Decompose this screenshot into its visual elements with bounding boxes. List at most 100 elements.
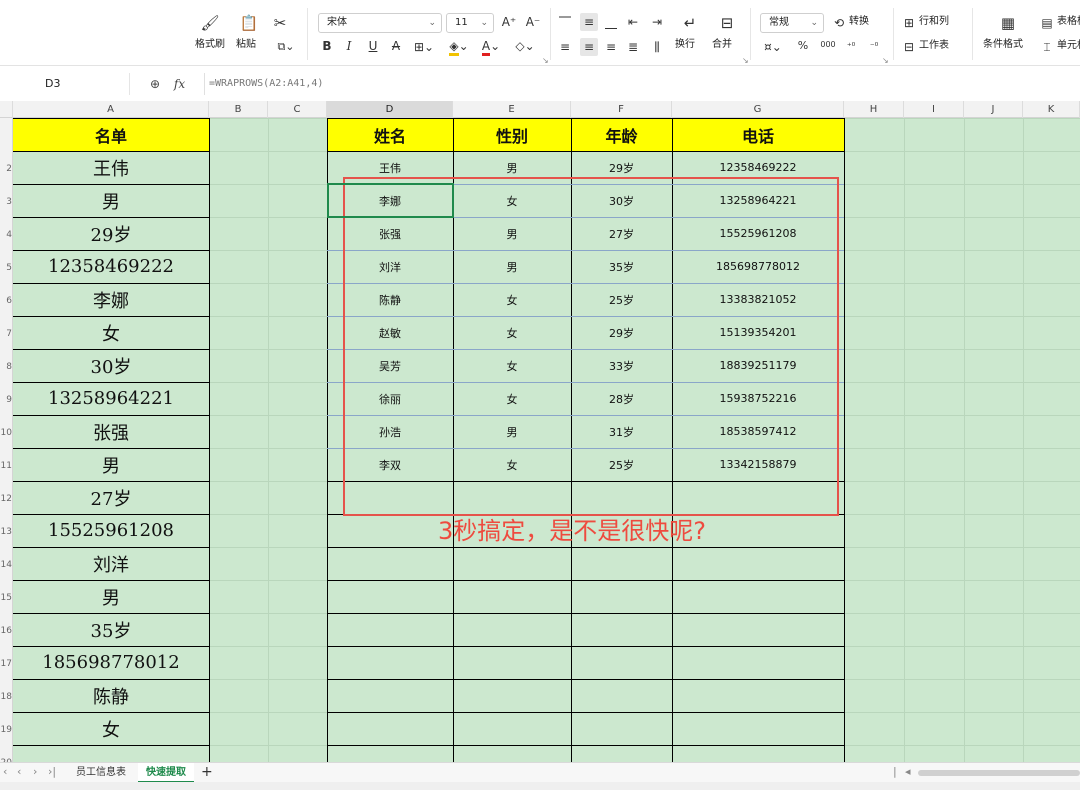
row-header[interactable]: 18	[0, 690, 13, 704]
table-header-cell[interactable]: 电话	[672, 118, 844, 151]
decrease-decimal-icon[interactable]: ⁻⁰	[866, 38, 882, 56]
format-painter-button[interactable]: 格式刷	[195, 38, 225, 52]
underline-button[interactable]: U	[366, 38, 380, 54]
select-all-corner[interactable]	[0, 101, 13, 118]
row-header[interactable]: 16	[0, 624, 13, 638]
percent-button[interactable]: %	[796, 38, 810, 54]
list-cell[interactable]: 男	[13, 448, 209, 481]
list-cell[interactable]: 27岁	[13, 481, 209, 514]
list-cell[interactable]: 李娜	[13, 283, 209, 316]
table-header-cell[interactable]: 年龄	[571, 118, 672, 151]
row-header[interactable]: 3	[0, 195, 13, 209]
column-header-g[interactable]: G	[672, 101, 844, 118]
list-cell[interactable]: 35岁	[13, 613, 209, 646]
row-header[interactable]: 6	[0, 294, 13, 308]
list-cell[interactable]: 29岁	[13, 217, 209, 250]
align-top-icon[interactable]: ⎺	[558, 13, 572, 31]
first-sheet-icon[interactable]: ‹	[3, 765, 7, 778]
list-cell[interactable]: 刘洋	[13, 547, 209, 580]
list-cell[interactable]: 张强	[13, 415, 209, 448]
align-middle-icon[interactable]: ≡	[580, 13, 598, 31]
list-cell[interactable]: 男	[13, 184, 209, 217]
row-header[interactable]: 7	[0, 327, 13, 341]
merge-icon[interactable]: ⊟	[717, 14, 737, 32]
list-cell[interactable]: 陈静	[13, 679, 209, 712]
list-cell[interactable]: 王伟	[13, 151, 209, 184]
convert-icon[interactable]: ⟲	[832, 14, 846, 32]
distributed-icon[interactable]: ⫼	[650, 38, 664, 56]
name-box[interactable]: D3	[0, 73, 130, 95]
row-header[interactable]: 17	[0, 657, 13, 671]
convert-button[interactable]: 转换	[849, 15, 869, 29]
row-header[interactable]: 10	[0, 426, 13, 440]
column-header-b[interactable]: B	[209, 101, 268, 118]
format-painter-icon[interactable]: 🖌	[200, 14, 220, 32]
merge-button[interactable]: 合并	[712, 38, 732, 52]
worksheet-button[interactable]: 工作表	[919, 39, 949, 53]
launcher-icon[interactable]: ↘	[882, 56, 889, 65]
font-color-icon[interactable]: A⌄	[478, 37, 504, 56]
list-cell[interactable]: 185698778012	[13, 646, 209, 679]
row-header[interactable]: 19	[0, 723, 13, 737]
column-header-h[interactable]: H	[844, 101, 904, 118]
row-header[interactable]: 13	[0, 525, 13, 539]
sheet-tab-quick-extract[interactable]: 快速提取	[138, 763, 194, 783]
column-header-c[interactable]: C	[268, 101, 327, 118]
list-cell[interactable]: 女	[13, 712, 209, 745]
clear-format-icon[interactable]: ◇⌄	[512, 37, 538, 55]
sheet-tab-employee-info[interactable]: 员工信息表	[68, 763, 134, 783]
cell-style-button[interactable]: 单元格	[1057, 39, 1080, 53]
column-header-k[interactable]: K	[1023, 101, 1080, 118]
column-header-j[interactable]: J	[964, 101, 1023, 118]
row-header[interactable]: 5	[0, 261, 13, 275]
indent-decrease-icon[interactable]: ⇤	[626, 13, 640, 31]
row-header[interactable]: 4	[0, 228, 13, 242]
selected-cell[interactable]	[327, 183, 454, 218]
list-cell[interactable]: 30岁	[13, 349, 209, 382]
currency-icon[interactable]: ¤⌄	[762, 38, 784, 56]
align-left-icon[interactable]: ≡	[558, 38, 572, 56]
paste-button[interactable]: 粘贴	[236, 38, 256, 52]
horizontal-scrollbar[interactable]	[918, 770, 1080, 776]
paste-icon[interactable]: 📋	[239, 14, 259, 32]
conditional-format-icon[interactable]: ▦	[998, 14, 1018, 32]
table-style-button[interactable]: 表格样式	[1057, 15, 1080, 29]
next-sheet-icon[interactable]: ›	[33, 765, 37, 778]
table-style-icon[interactable]: ▤	[1040, 14, 1054, 32]
italic-button[interactable]: I	[342, 38, 356, 54]
worksheet-icon[interactable]: ⊟	[902, 38, 916, 56]
add-sheet-button[interactable]: +	[201, 764, 213, 780]
formula-input[interactable]: =WRAPROWS(A2:A41,4)	[204, 73, 323, 95]
column-header-f[interactable]: F	[571, 101, 672, 118]
list-cell[interactable]: 15525961208	[13, 514, 209, 547]
fill-color-icon[interactable]: ◈⌄	[446, 37, 472, 56]
wrap-text-icon[interactable]: ↵	[680, 14, 700, 32]
shrink-font-button[interactable]: A⁻	[524, 14, 542, 30]
indent-increase-icon[interactable]: ⇥	[650, 13, 664, 31]
list-cell[interactable]: 12358469222	[13, 250, 209, 283]
row-header[interactable]: 2	[0, 162, 13, 176]
grow-font-button[interactable]: A⁺	[500, 14, 518, 30]
list-cell[interactable]: 13258964221	[13, 382, 209, 415]
align-right-icon[interactable]: ≡	[604, 38, 618, 56]
border-icon[interactable]: ⊞⌄	[412, 38, 436, 56]
row-header[interactable]: 12	[0, 492, 13, 506]
launcher-icon[interactable]: ↘	[542, 56, 549, 65]
row-header[interactable]: 14	[0, 558, 13, 572]
conditional-format-button[interactable]: 条件格式	[983, 38, 1023, 52]
bold-button[interactable]: B	[320, 38, 334, 54]
fx-icon[interactable]: fx	[174, 77, 185, 91]
spreadsheet-grid[interactable]: ABCDEFGHIJK 2 3 4 5 6 7 8 9 10 11 12 13 14 15 16 17 18 19…	[0, 101, 1080, 762]
launcher-icon[interactable]: ↘	[742, 56, 749, 65]
wrap-text-button[interactable]: 换行	[675, 38, 695, 52]
cut-icon[interactable]: ✂	[272, 14, 288, 32]
align-bottom-icon[interactable]: ⎽	[604, 13, 618, 31]
scroll-left-icon[interactable]: ◂	[905, 765, 911, 778]
row-header[interactable]: 9	[0, 393, 13, 407]
rows-cols-button[interactable]: 行和列	[919, 15, 949, 29]
zoom-icon[interactable]: ⊕	[150, 77, 160, 91]
row-header[interactable]: 15	[0, 591, 13, 605]
list-header-cell[interactable]: 名单	[13, 118, 209, 151]
font-name-select[interactable]: 宋体 ⌄	[318, 13, 442, 33]
list-cell[interactable]: 男	[13, 580, 209, 613]
